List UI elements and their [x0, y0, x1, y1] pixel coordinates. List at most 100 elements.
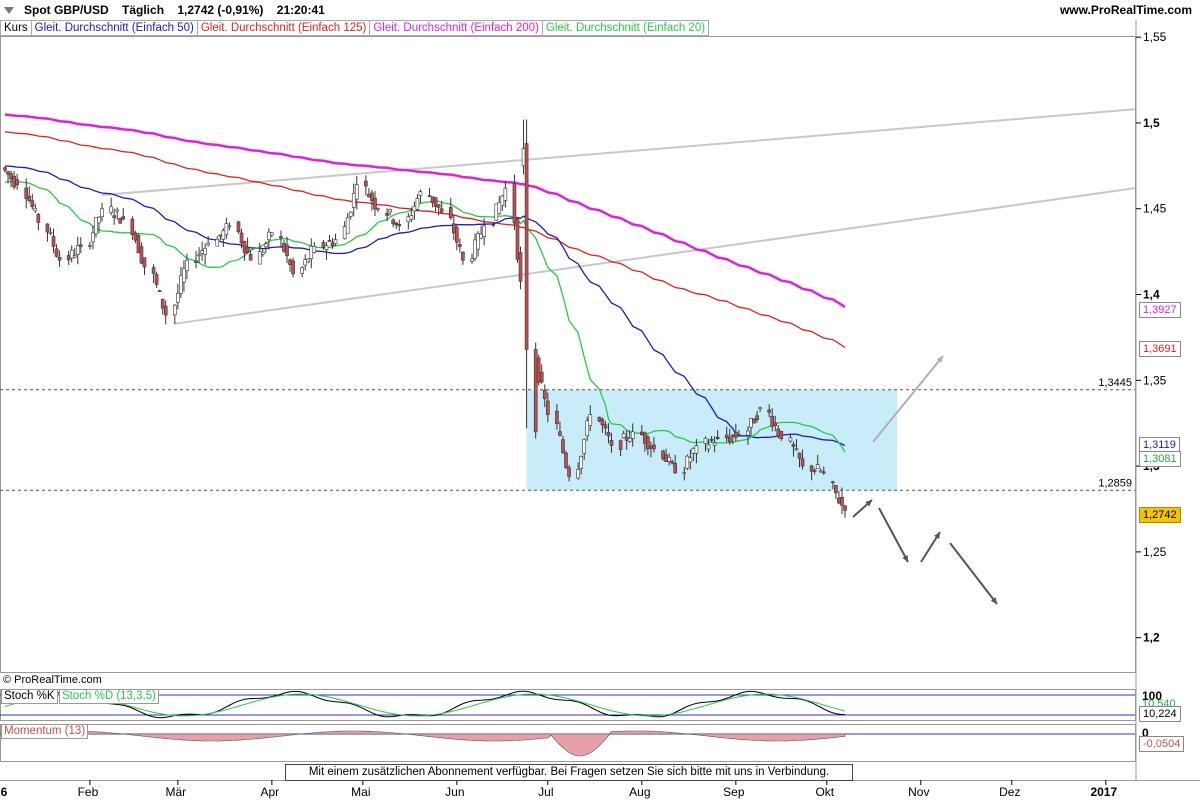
candle-body [185, 259, 189, 272]
candle-body [206, 242, 210, 246]
candle-body [643, 432, 647, 444]
candle-body [285, 244, 289, 257]
candle-body [33, 207, 38, 212]
candle-body [27, 195, 32, 201]
candle-body [724, 434, 729, 439]
price-tag-sma125: 1,3691 [1139, 341, 1181, 357]
candle-body [385, 212, 389, 216]
candle-body [818, 470, 823, 473]
candle-body [121, 216, 126, 220]
y-tick-label: 1,2 [1143, 631, 1160, 645]
price-tag-last: 1,2742 [1139, 507, 1181, 523]
candle-body [91, 232, 95, 243]
candle-body [133, 232, 138, 241]
candle-body [66, 255, 71, 261]
candle-body [391, 219, 395, 225]
momentum-area [4, 730, 846, 757]
candle-body [324, 245, 329, 251]
price-tag-sma20: 1,3081 [1139, 451, 1181, 467]
y-tick-label: 1,35 [1143, 373, 1167, 387]
candle-body [812, 470, 817, 472]
price-chart[interactable]: 1,551,51,451,41,351,31,251,22016FebMärAp… [0, 0, 1200, 800]
candle-body [452, 223, 456, 234]
candle-body [45, 223, 50, 233]
candle-body [215, 238, 220, 247]
candle-body [72, 255, 77, 258]
candle-body [727, 436, 732, 442]
candle-body [227, 225, 232, 228]
candle-body [476, 233, 480, 250]
candle-body [706, 444, 711, 450]
candle-body [582, 438, 587, 454]
candle-body [327, 240, 332, 242]
stoch-d-label[interactable]: Stoch %D (13,3,5) [59, 689, 159, 704]
candle-body [394, 222, 398, 226]
candle-body [263, 243, 268, 248]
candle-body [606, 432, 611, 437]
candle-body [197, 254, 201, 257]
candle-body [576, 469, 580, 479]
candle-body [115, 209, 120, 212]
candle-body [306, 258, 311, 263]
candle-body [755, 415, 759, 421]
candle-body [821, 471, 826, 474]
candle-body [539, 371, 544, 383]
candle-body [837, 497, 841, 504]
candle-body [139, 246, 144, 264]
candle-body [257, 251, 262, 265]
candle-body [303, 259, 308, 266]
y-tick-label: 1,4 [1143, 288, 1160, 302]
candle-body [843, 505, 847, 511]
ma-line-sma125 [4, 131, 846, 349]
candle-body [461, 251, 465, 261]
candle-body [712, 442, 717, 446]
candle-body [515, 217, 520, 260]
copyright: © ProRealTime.com [3, 674, 102, 686]
candle-body [130, 218, 135, 236]
candle-body [3, 167, 7, 171]
candle-body [691, 448, 696, 454]
candle-body [112, 215, 116, 218]
candle-body [815, 464, 820, 470]
candle-body [224, 223, 229, 236]
candle-body [176, 292, 180, 303]
x-tick-label: Dez [999, 785, 1020, 799]
candle-body [267, 231, 271, 241]
candle-body [367, 194, 371, 198]
candle-body [100, 208, 104, 218]
candle-body [270, 232, 274, 236]
candle-body [151, 267, 156, 274]
momentum-label[interactable]: Momentum (13) [1, 724, 89, 739]
stoch-label[interactable]: Stoch %K [1, 689, 58, 704]
candle-body [54, 248, 59, 257]
candle-body [345, 217, 350, 235]
subscription-banner[interactable]: Mit einem zusätzlichen Abonnement verfüg… [285, 764, 853, 781]
candle-body [512, 183, 517, 224]
x-tick-label: Mär [166, 785, 187, 799]
candle-body [6, 171, 10, 175]
candle-body [715, 436, 720, 439]
candle-body [418, 191, 423, 196]
candle-body [51, 236, 56, 247]
candle-body [75, 245, 80, 255]
candle-body [30, 200, 35, 207]
candle-body [500, 195, 505, 207]
candle-body [427, 195, 432, 197]
candle-body [300, 267, 304, 274]
candle-body [221, 230, 226, 240]
candle-body [348, 211, 353, 217]
candle-body [388, 209, 392, 213]
candle-body [688, 457, 693, 463]
candle-body [236, 221, 241, 233]
candle-body [567, 467, 571, 477]
candle-body [248, 254, 253, 261]
candle-body [173, 304, 177, 316]
candle-body [734, 431, 738, 438]
candle-body [364, 180, 368, 187]
candle-body [218, 234, 223, 237]
candle-body [94, 217, 98, 235]
candle-body [767, 409, 771, 413]
candle-body [603, 424, 608, 429]
candle-body [840, 497, 844, 506]
x-tick-label: Nov [908, 785, 929, 799]
